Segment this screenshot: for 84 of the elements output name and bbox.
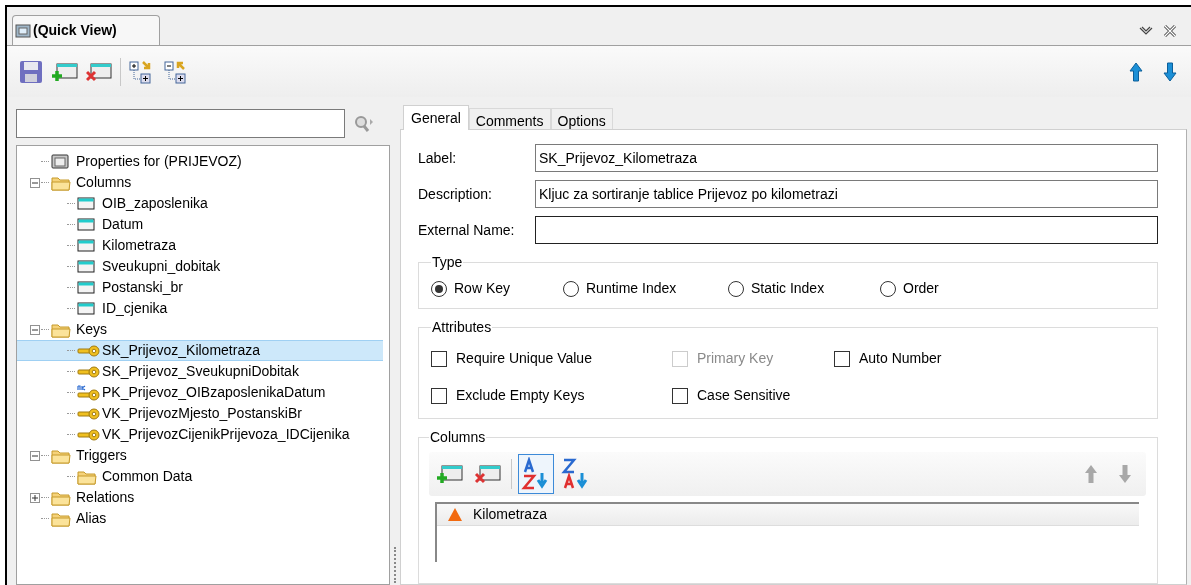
folder-icon <box>51 321 71 338</box>
tab-title: (Quick View) <box>33 21 117 40</box>
input-field[interactable]: Kljuc za sortiranje tablice Prijevoz po kilometrazi <box>535 180 1158 208</box>
table-icon <box>77 197 95 210</box>
checkbox[interactable] <box>431 350 447 367</box>
tab[interactable]: Comments <box>468 108 551 129</box>
collapse-icon[interactable] <box>30 450 40 461</box>
checkbox-label: Require Unique Value <box>456 349 592 368</box>
tree-item[interactable]: Columns <box>76 172 132 193</box>
field-label: Description: <box>418 184 493 204</box>
checkbox-label: Exclude Empty Keys <box>456 386 585 405</box>
collapse-icon[interactable] <box>30 177 40 188</box>
tree-item[interactable]: Triggers <box>76 445 127 466</box>
table-icon <box>77 260 95 273</box>
tree-item[interactable]: Keys <box>76 319 108 340</box>
save-icon[interactable] <box>19 59 43 84</box>
radio-label: Order <box>903 279 939 298</box>
radio-label: Runtime Index <box>586 279 677 298</box>
tree-item[interactable]: SK_Prijevoz_SveukupniDobitak <box>102 361 299 382</box>
tree-item[interactable]: ID_cjenika <box>102 298 168 319</box>
properties-icon <box>51 154 69 169</box>
tree-item[interactable]: VK_PrijevozMjesto_PostanskiBr <box>102 403 302 424</box>
arrow-down-icon[interactable] <box>1163 61 1177 82</box>
radio-label: Static Index <box>751 279 825 298</box>
checkbox-label: Primary Key <box>697 349 774 368</box>
tree-item[interactable]: Relations <box>76 487 135 508</box>
close-icon[interactable] <box>1163 24 1177 38</box>
column-header[interactable]: Kilometraza <box>473 504 547 525</box>
checkbox[interactable] <box>672 387 688 404</box>
field-label: External Name: <box>418 220 516 240</box>
tree-item[interactable]: Postanski_br <box>102 277 183 298</box>
sort-ascending-icon[interactable] <box>518 454 554 494</box>
tree-item[interactable]: Common Data <box>102 466 193 487</box>
group-title: Type <box>431 253 464 272</box>
radio-button[interactable] <box>728 280 744 297</box>
checkbox[interactable] <box>431 387 447 404</box>
tree-item[interactable]: Kilometraza <box>102 235 176 256</box>
table-icon <box>77 218 95 231</box>
folder-icon <box>51 447 71 464</box>
tree-item[interactable]: OIB_zaposlenika <box>102 193 208 214</box>
radio-button[interactable] <box>880 280 896 297</box>
radio-button[interactable] <box>431 280 447 297</box>
group-title: Attributes <box>431 318 493 337</box>
search-field[interactable] <box>16 109 345 138</box>
tree-item[interactable]: VK_PrijevozCijenikPrijevoza_IDCijenika <box>102 424 350 445</box>
tree-item[interactable]: Datum <box>102 214 144 235</box>
tree-item[interactable]: SK_Prijevoz_Kilometraza <box>102 340 260 361</box>
expand-icon[interactable] <box>30 492 40 503</box>
key-icon <box>77 365 101 378</box>
search-icon[interactable] <box>353 114 375 133</box>
key-icon <box>77 428 101 441</box>
field-label: Label: <box>418 148 458 168</box>
key-icon <box>77 407 101 420</box>
table-icon <box>77 281 95 294</box>
collapse-icon[interactable] <box>30 324 40 335</box>
key-icon <box>77 344 101 357</box>
tree-item[interactable]: Sveukupni_dobitak <box>102 256 221 277</box>
tree-item[interactable]: PK_Prijevoz_OIBzaposlenikaDatum <box>102 382 326 403</box>
primary-key-icon <box>77 384 101 401</box>
checkbox-label: Case Sensitive <box>697 386 791 405</box>
window-icon <box>15 22 32 39</box>
folder-icon <box>77 468 97 485</box>
radio-button[interactable] <box>563 280 579 297</box>
tree-item[interactable]: Alias <box>76 508 107 529</box>
folder-icon <box>51 510 71 527</box>
input-field[interactable]: SK_Prijevoz_Kilometraza <box>535 144 1158 172</box>
delete-table-icon[interactable] <box>86 60 112 83</box>
chevron-down-icon[interactable] <box>1139 26 1153 36</box>
input-field[interactable] <box>535 216 1158 244</box>
tree-item[interactable]: Properties for (PRIJEVOZ) <box>76 151 242 172</box>
add-table-icon[interactable] <box>52 60 78 83</box>
tab[interactable]: Options <box>550 108 613 129</box>
tab[interactable]: General <box>403 105 469 130</box>
table-icon <box>77 302 95 315</box>
radio-label: Row Key <box>454 279 511 298</box>
checkbox[interactable] <box>834 350 850 367</box>
selected-row[interactable]: SK_Prijevoz_Kilometraza <box>17 340 383 361</box>
checkbox-label: Auto Number <box>859 349 942 368</box>
group-title: Columns <box>429 428 487 447</box>
arrow-up-icon[interactable] <box>1129 61 1143 82</box>
folder-icon <box>51 174 71 191</box>
table-icon <box>77 239 95 252</box>
folder-icon <box>51 489 71 506</box>
document-tab[interactable]: (Quick View) <box>12 15 160 45</box>
